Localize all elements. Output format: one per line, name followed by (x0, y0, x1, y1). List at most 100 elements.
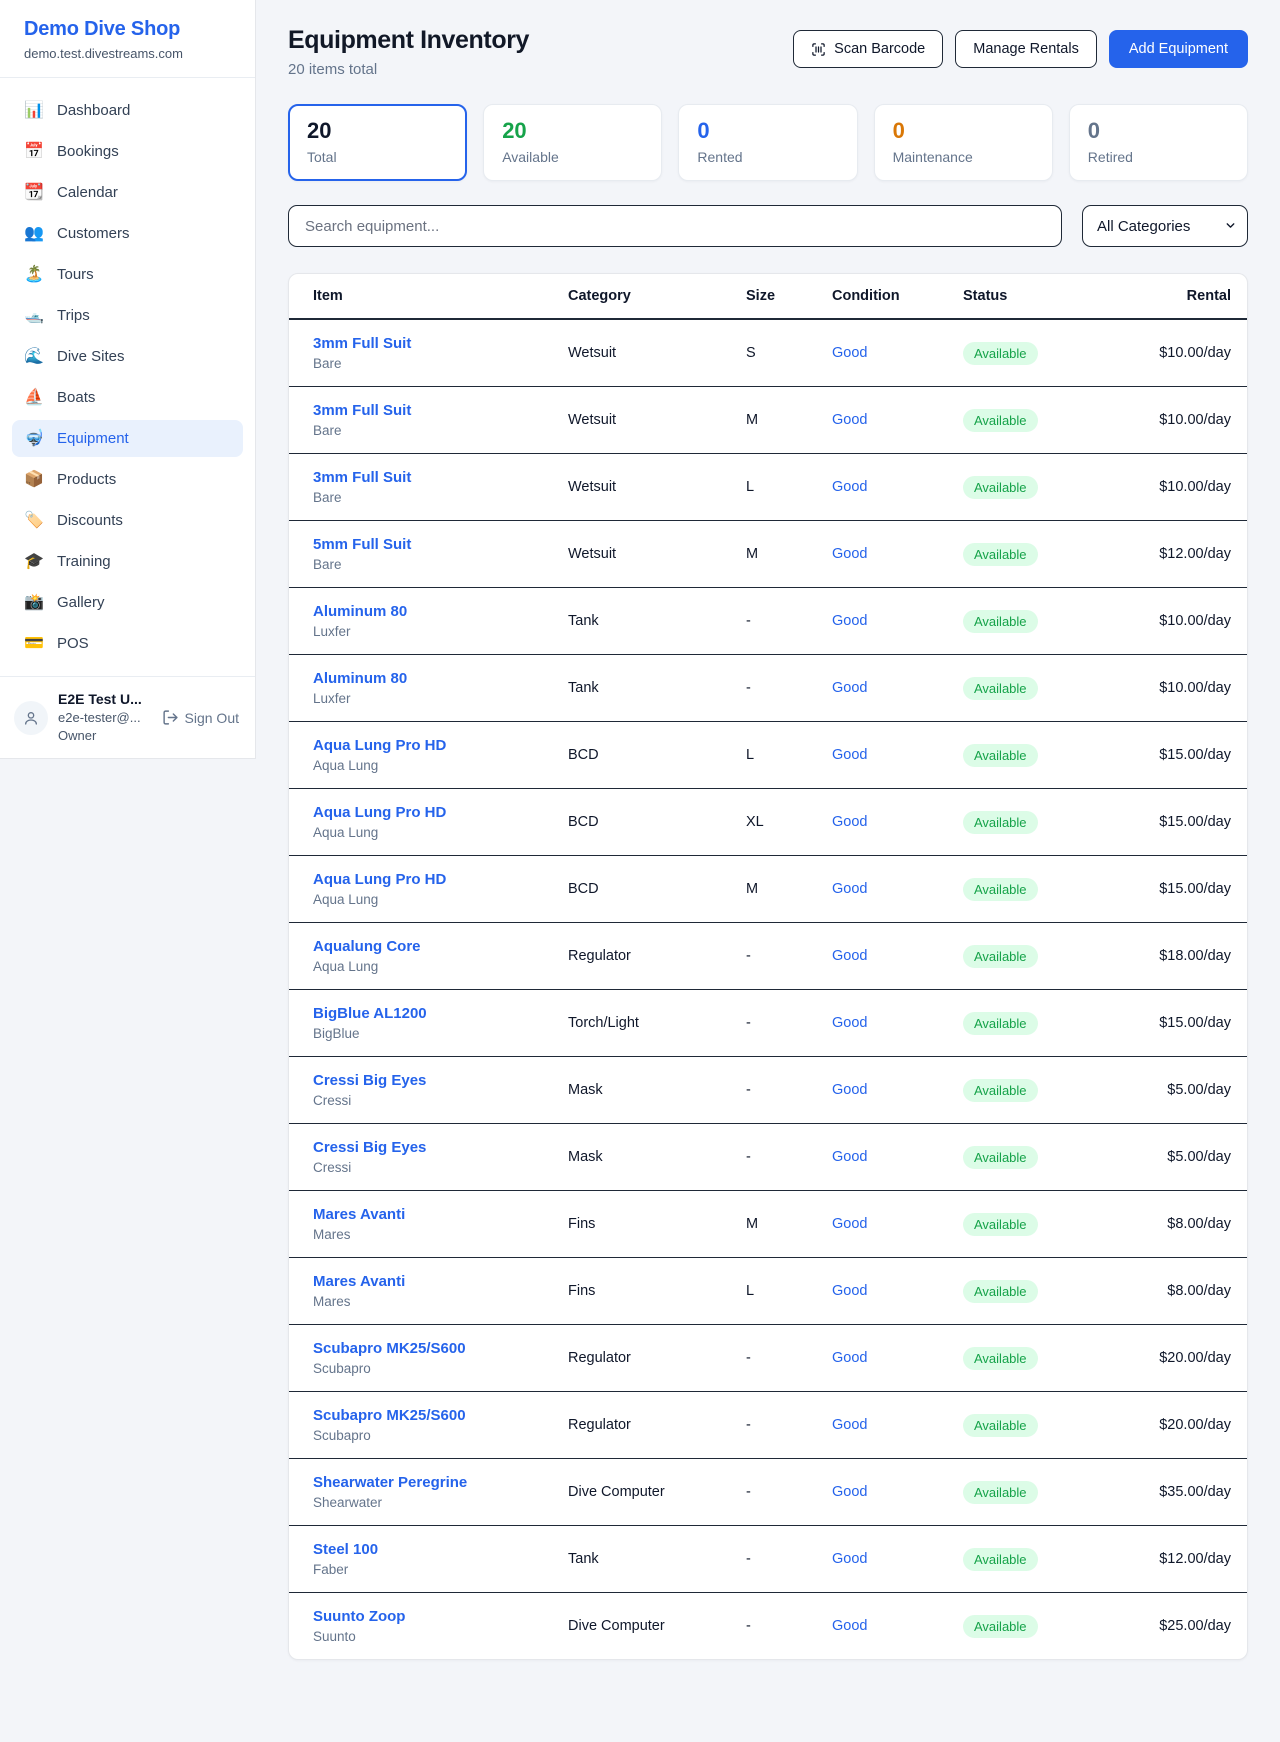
sidebar-item-discounts[interactable]: 🏷️ Discounts (12, 502, 243, 539)
item-condition-link[interactable]: Good (832, 948, 867, 964)
barcode-scan-icon (811, 42, 826, 57)
item-size: - (746, 1484, 751, 1500)
sidebar-item-dive-sites[interactable]: 🌊 Dive Sites (12, 338, 243, 375)
status-badge: Available (963, 1146, 1038, 1169)
item-name-link[interactable]: Scubapro MK25/S600 (313, 1407, 540, 1424)
sidebar-item-calendar[interactable]: 📆 Calendar (12, 174, 243, 211)
item-brand: Luxfer (313, 691, 540, 706)
add-equipment-button[interactable]: Add Equipment (1109, 30, 1248, 68)
stat-card-available[interactable]: 20 Available (483, 104, 662, 181)
stat-card-maintenance[interactable]: 0 Maintenance (874, 104, 1053, 181)
equipment-table-card: ItemCategorySizeConditionStatusRental 3m… (288, 273, 1248, 1660)
item-size: L (746, 747, 754, 763)
page-title: Equipment Inventory (288, 26, 529, 55)
sidebar-item-trips[interactable]: 🛥️ Trips (12, 297, 243, 334)
status-badge: Available (963, 1213, 1038, 1236)
sidebar-item-customers[interactable]: 👥 Customers (12, 215, 243, 252)
stat-card-retired[interactable]: 0 Retired (1069, 104, 1248, 181)
item-category: Tank (568, 1551, 599, 1567)
item-condition-link[interactable]: Good (832, 814, 867, 830)
rental-price: $12.00/day (1159, 546, 1231, 562)
stat-card-total[interactable]: 20 Total (288, 104, 467, 181)
item-category: Torch/Light (568, 1015, 639, 1031)
item-name-link[interactable]: Aqua Lung Pro HD (313, 871, 540, 888)
item-name-link[interactable]: Aqua Lung Pro HD (313, 804, 540, 821)
sidebar-item-bookings[interactable]: 📅 Bookings (12, 133, 243, 170)
category-select[interactable]: All Categories (1082, 205, 1248, 247)
sign-out-button[interactable]: Sign Out (162, 709, 241, 726)
stat-label: Maintenance (893, 149, 1034, 165)
item-name-link[interactable]: Cressi Big Eyes (313, 1072, 540, 1089)
item-name-link[interactable]: 3mm Full Suit (313, 402, 540, 419)
table-row: Aluminum 80 Luxfer Tank - Good Available… (289, 588, 1247, 655)
sidebar-item-training[interactable]: 🎓 Training (12, 543, 243, 580)
item-size: - (746, 1618, 751, 1634)
sidebar-item-tours[interactable]: 🏝️ Tours (12, 256, 243, 293)
sidebar-item-products[interactable]: 📦 Products (12, 461, 243, 498)
table-row: Aqua Lung Pro HD Aqua Lung BCD L Good Av… (289, 722, 1247, 789)
item-condition-link[interactable]: Good (832, 1484, 867, 1500)
stat-card-rented[interactable]: 0 Rented (678, 104, 857, 181)
table-row: Cressi Big Eyes Cressi Mask - Good Avail… (289, 1124, 1247, 1191)
item-condition-link[interactable]: Good (832, 1350, 867, 1366)
item-brand: Aqua Lung (313, 758, 540, 773)
item-condition-link[interactable]: Good (832, 412, 867, 428)
item-brand: Aqua Lung (313, 825, 540, 840)
item-name-link[interactable]: 3mm Full Suit (313, 469, 540, 486)
item-condition-link[interactable]: Good (832, 680, 867, 696)
rental-price: $15.00/day (1159, 814, 1231, 830)
item-condition-link[interactable]: Good (832, 881, 867, 897)
item-brand: Scubapro (313, 1428, 540, 1443)
sidebar-item-gallery[interactable]: 📸 Gallery (12, 584, 243, 621)
rental-price: $10.00/day (1159, 479, 1231, 495)
status-badge: Available (963, 543, 1038, 566)
column-header-rental: Rental (1099, 274, 1247, 319)
item-name-link[interactable]: Shearwater Peregrine (313, 1474, 540, 1491)
rental-price: $15.00/day (1159, 881, 1231, 897)
item-name-link[interactable]: Suunto Zoop (313, 1608, 540, 1625)
item-name-link[interactable]: 5mm Full Suit (313, 536, 540, 553)
item-condition-link[interactable]: Good (832, 1015, 867, 1031)
item-size: M (746, 412, 758, 428)
item-condition-link[interactable]: Good (832, 345, 867, 361)
sidebar-item-pos[interactable]: 💳 POS (12, 625, 243, 662)
item-condition-link[interactable]: Good (832, 1417, 867, 1433)
sign-out-label: Sign Out (185, 710, 239, 726)
item-name-link[interactable]: Aluminum 80 (313, 670, 540, 687)
item-condition-link[interactable]: Good (832, 747, 867, 763)
sidebar-item-equipment[interactable]: 🤿 Equipment (12, 420, 243, 457)
status-badge: Available (963, 476, 1038, 499)
item-name-link[interactable]: Mares Avanti (313, 1206, 540, 1223)
rental-price: $25.00/day (1159, 1618, 1231, 1634)
item-category: Wetsuit (568, 345, 616, 361)
sidebar-item-boats[interactable]: ⛵ Boats (12, 379, 243, 416)
item-name-link[interactable]: Aqua Lung Pro HD (313, 737, 540, 754)
item-name-link[interactable]: Scubapro MK25/S600 (313, 1340, 540, 1357)
manage-rentals-button[interactable]: Manage Rentals (955, 30, 1097, 68)
item-size: - (746, 948, 751, 964)
scan-barcode-button[interactable]: Scan Barcode (793, 30, 943, 68)
item-condition-link[interactable]: Good (832, 613, 867, 629)
item-name-link[interactable]: Mares Avanti (313, 1273, 540, 1290)
item-name-link[interactable]: Aluminum 80 (313, 603, 540, 620)
item-condition-link[interactable]: Good (832, 546, 867, 562)
item-condition-link[interactable]: Good (832, 1216, 867, 1232)
sidebar-item-dashboard[interactable]: 📊 Dashboard (12, 92, 243, 129)
item-name-link[interactable]: Aqualung Core (313, 938, 540, 955)
item-condition-link[interactable]: Good (832, 1082, 867, 1098)
item-condition-link[interactable]: Good (832, 1149, 867, 1165)
item-condition-link[interactable]: Good (832, 1283, 867, 1299)
brand-title[interactable]: Demo Dive Shop (24, 18, 231, 41)
search-input[interactable] (288, 205, 1062, 247)
user-name: E2E Test U... (58, 691, 152, 707)
item-condition-link[interactable]: Good (832, 1551, 867, 1567)
status-badge: Available (963, 610, 1038, 633)
item-name-link[interactable]: 3mm Full Suit (313, 335, 540, 352)
item-name-link[interactable]: Cressi Big Eyes (313, 1139, 540, 1156)
item-name-link[interactable]: BigBlue AL1200 (313, 1005, 540, 1022)
item-name-link[interactable]: Steel 100 (313, 1541, 540, 1558)
item-condition-link[interactable]: Good (832, 479, 867, 495)
item-size: - (746, 680, 751, 696)
page-header: Equipment Inventory 20 items total Scan … (288, 26, 1248, 78)
item-condition-link[interactable]: Good (832, 1618, 867, 1634)
